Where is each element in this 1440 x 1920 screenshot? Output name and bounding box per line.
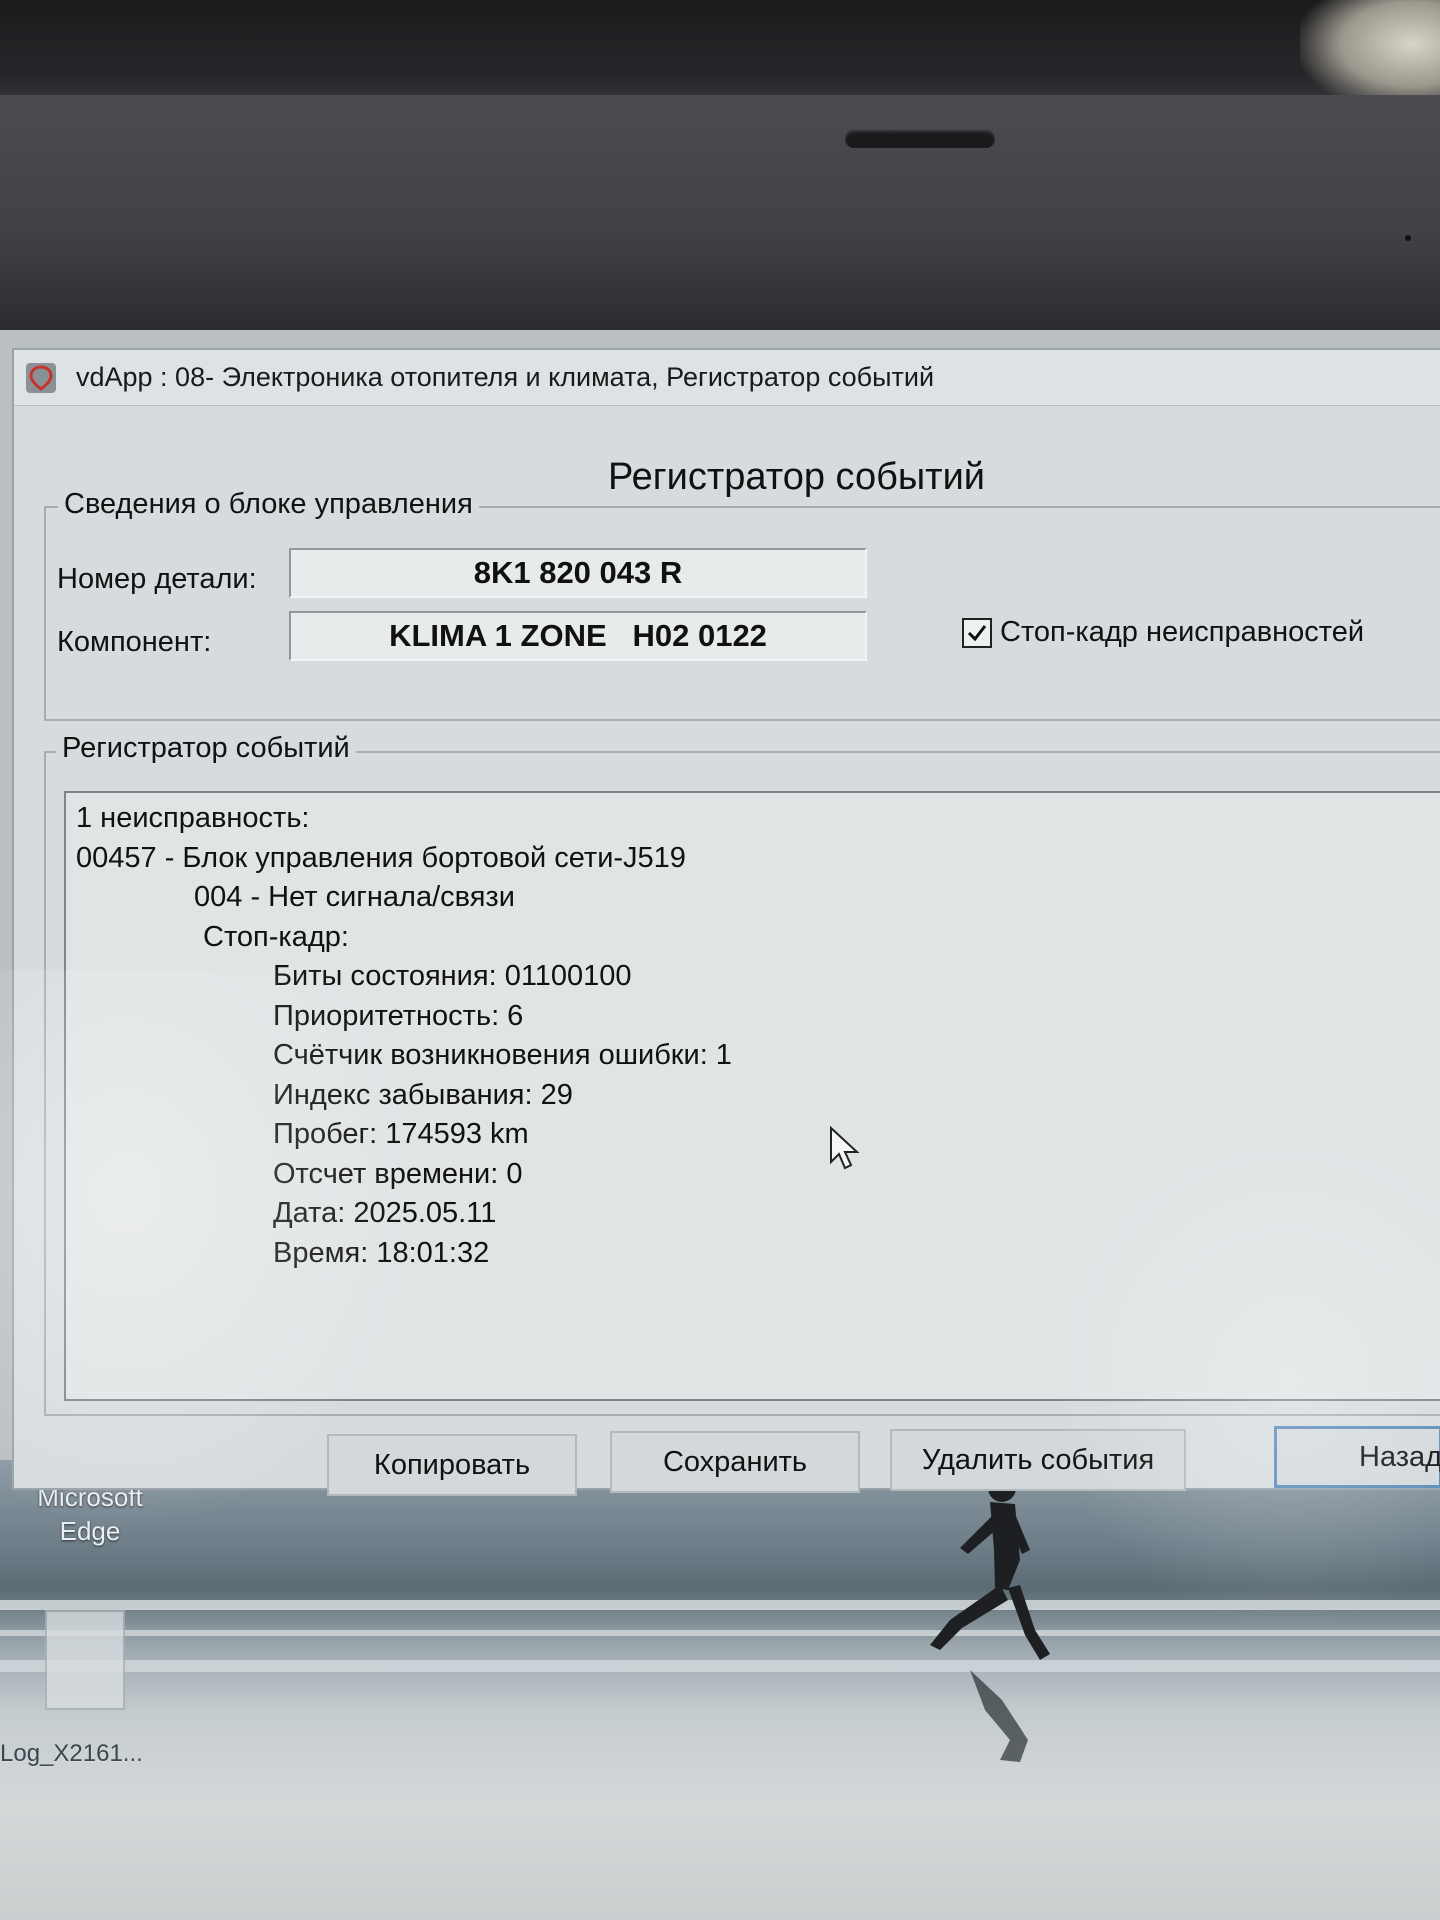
desktop-file-icon[interactable] [45,1610,125,1710]
freeze-frame-checkbox-row[interactable]: Стоп-кадр неисправностей [962,616,1364,649]
log-line: Счётчик возникновения ошибки: 1 [273,1039,732,1071]
log-line: Дата: 2025.05.11 [273,1197,497,1229]
log-line: Биты состояния: 01100100 [273,960,632,992]
screen: Microsoft Edge Log_X2161... vdApp : 08- … [0,330,1440,1920]
freeze-frame-checkbox[interactable] [962,617,992,648]
log-line: Пробег: 174593 km [273,1118,529,1150]
log-line: 00457 - Блок управления бортовой сети-J5… [76,841,686,874]
bezel-indicator [1405,235,1411,241]
save-button[interactable]: Сохранить [610,1431,860,1493]
log-line: Стоп-кадр: [203,920,349,953]
desktop-file-label: Log_X2161... [0,1740,143,1767]
freeze-frame-label: Стоп-кадр неисправностей [1000,616,1365,648]
log-line: Приоритетность: 6 [273,999,524,1032]
title-bar[interactable]: vdApp : 08- Электроника отопителя и клим… [14,350,1440,406]
environment-background [0,0,1440,110]
webcam-icon [845,130,995,148]
desktop-icon-label: Edge [59,1516,121,1546]
page-title: Регистратор событий [608,456,986,498]
back-button[interactable]: Назад [1274,1426,1440,1488]
event-log-text[interactable]: 1 неисправность: 00457 - Блок управления… [64,791,1440,1401]
app-window: vdApp : 08- Электроника отопителя и клим… [12,348,1440,1496]
checkmark-icon [967,624,987,641]
copy-button[interactable]: Копировать [327,1434,577,1496]
wallpaper-wave [0,1660,1440,1672]
log-line: Время: 18:01:32 [273,1236,490,1269]
control-unit-group-label: Сведения о блоке управления [58,488,479,521]
mouse-cursor-icon [830,1126,860,1170]
window-title: vdApp : 08- Электроника отопителя и клим… [76,362,935,392]
event-log-group-label: Регистратор событий [56,732,356,765]
component-field: KLIMA 1 ZONE H02 0122 [289,611,867,661]
part-number-label: Номер детали: [57,563,257,595]
component-label: Компонент: [57,626,212,658]
environment-seat [1300,0,1440,110]
runner-silhouette-icon [930,1474,1050,1762]
log-line: Отсчет времени: 0 [273,1157,523,1190]
log-line: Индекс забывания: 29 [273,1078,573,1111]
part-number-field: 8K1 820 043 R [289,548,867,598]
desktop-wallpaper [0,1460,1440,1920]
app-icon [24,361,58,395]
log-line: 1 неисправность: [76,802,310,834]
log-line: 004 - Нет сигнала/связи [194,881,515,913]
wallpaper-wave [0,1600,1440,1610]
delete-events-button[interactable]: Удалить события [890,1429,1186,1491]
wallpaper-wave [0,1630,1440,1636]
laptop-bezel [0,95,1440,330]
window-content: Регистратор событий Сведения о блоке упр… [14,406,1440,1496]
